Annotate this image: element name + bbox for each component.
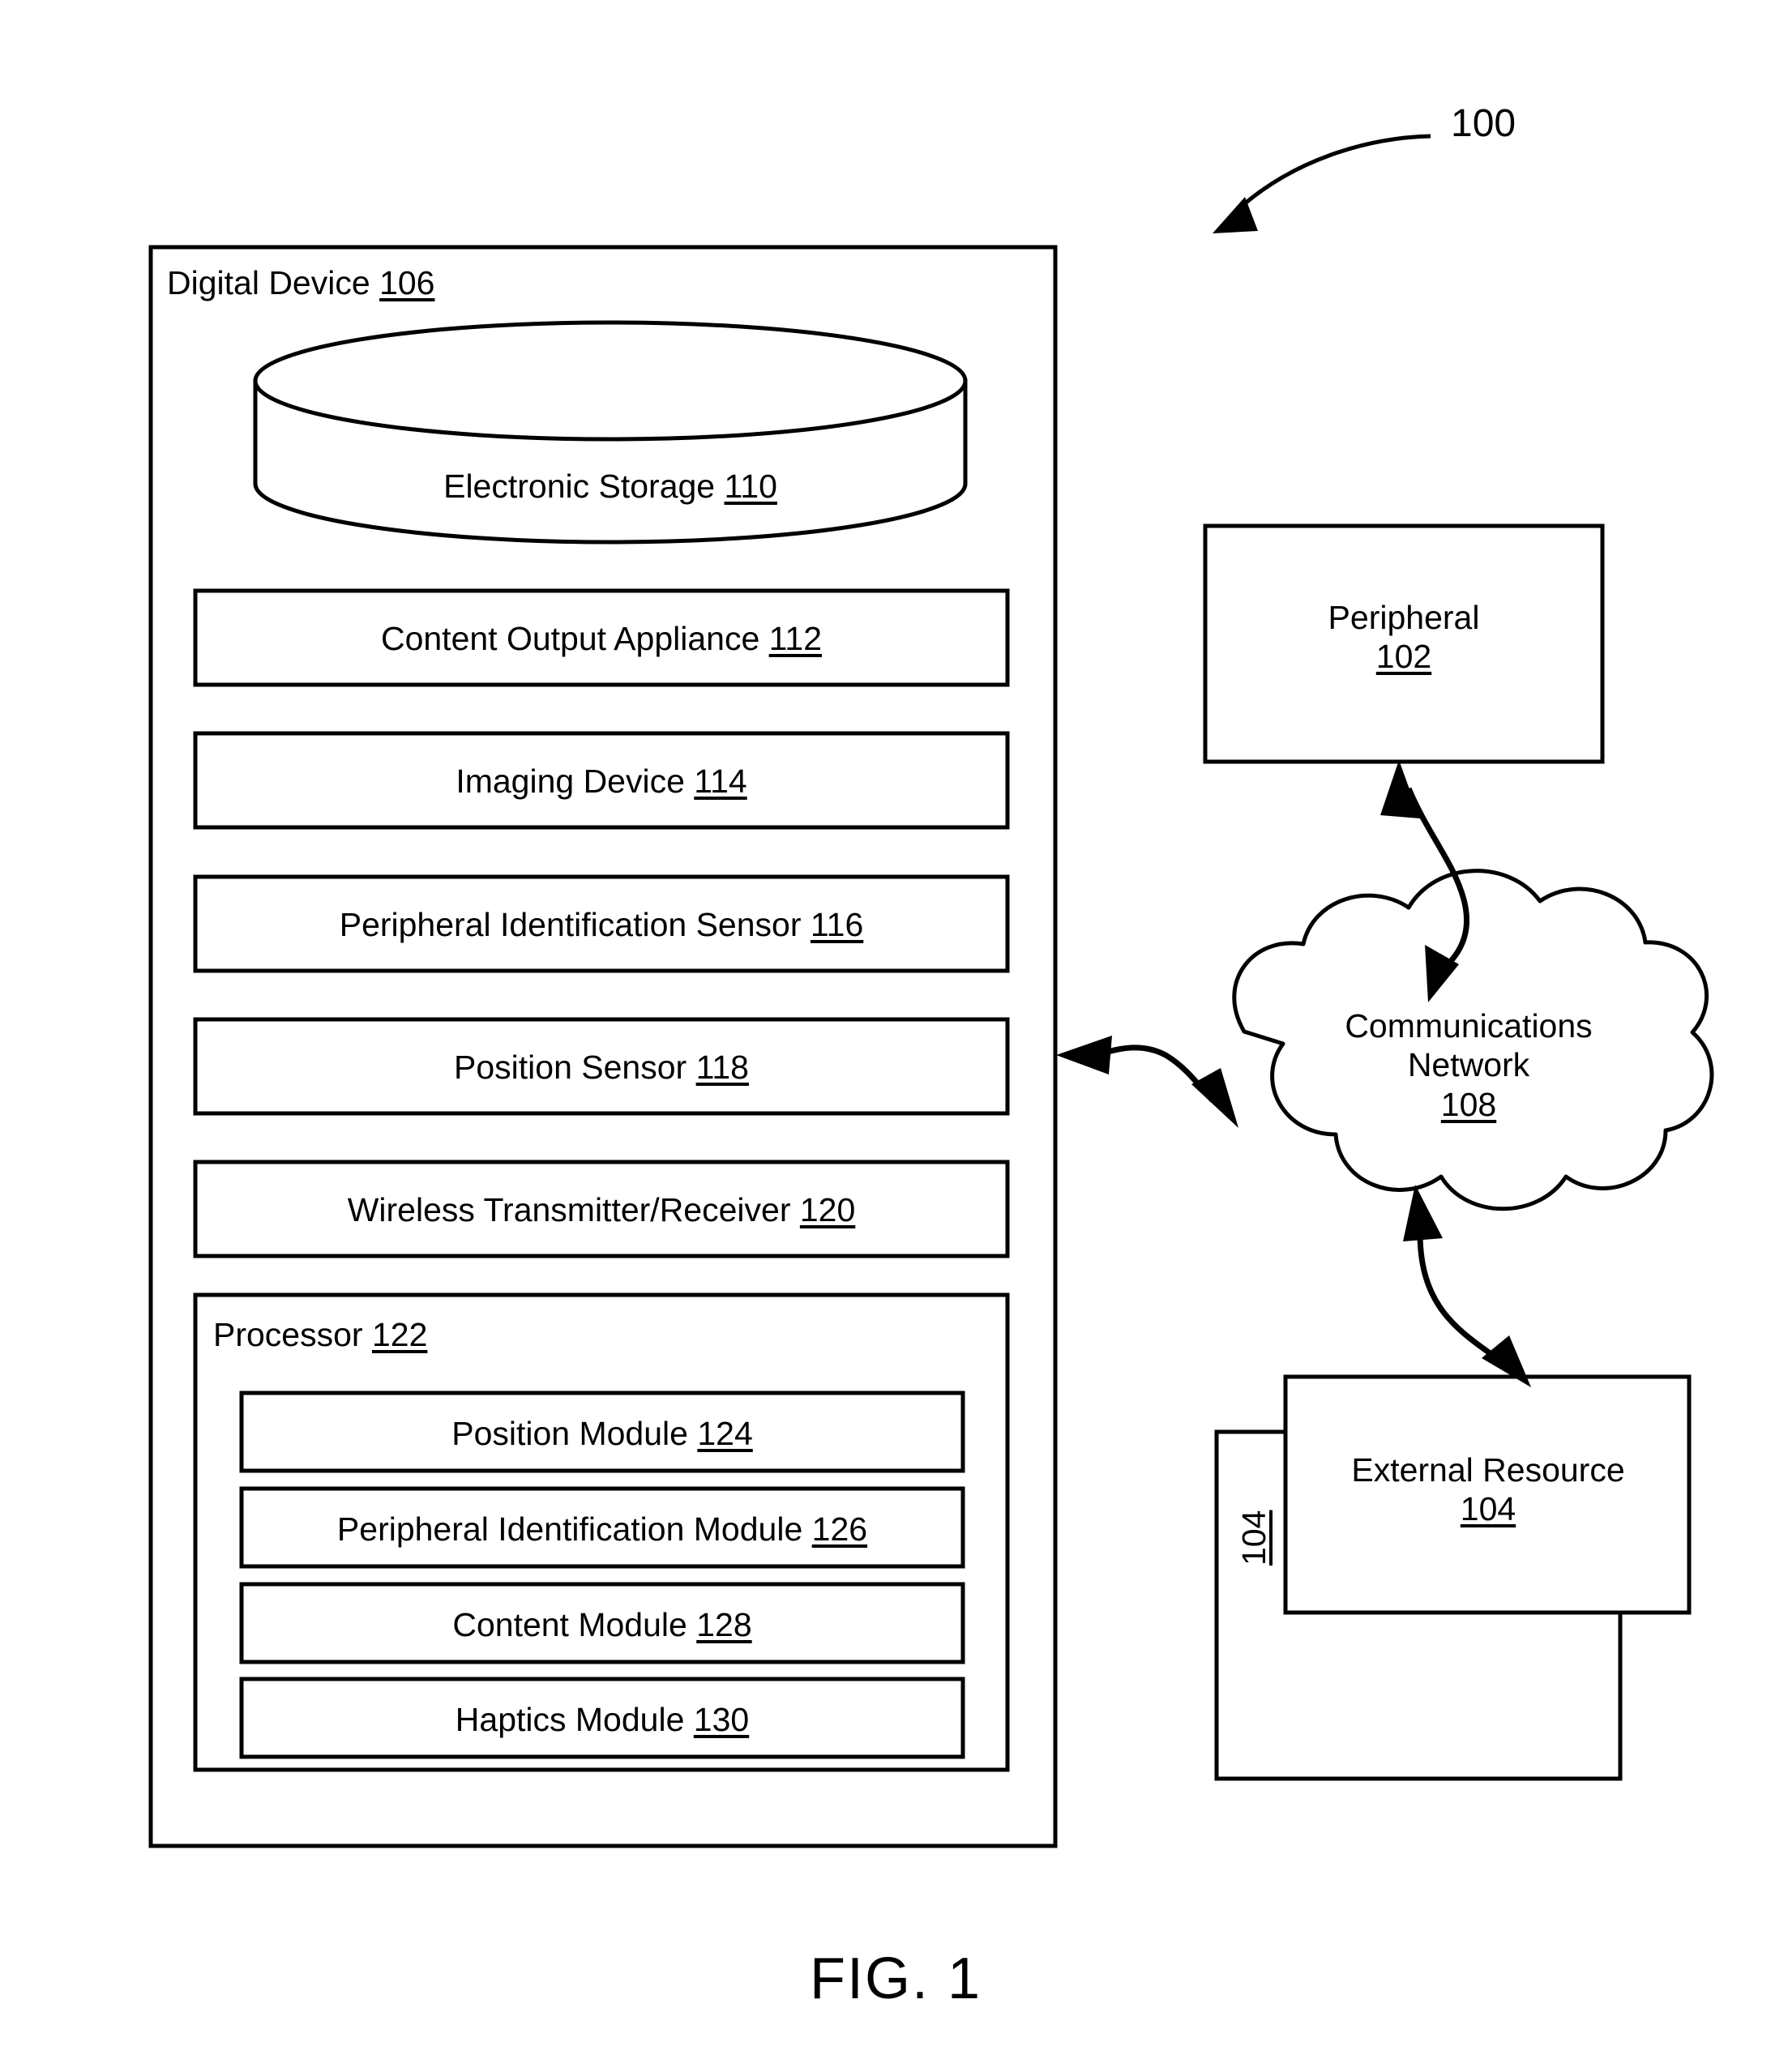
figure-caption: FIG. 1 [809,1946,982,2011]
processor-title: Processor 122 [213,1315,427,1354]
processor-title-text: Processor [213,1316,363,1353]
component-label-text: Imaging Device [456,763,685,800]
peripheral-label: Peripheral 102 [1328,598,1480,677]
connector-network-to-external-resource [1403,1185,1531,1387]
module-label-text: Content Module [452,1606,687,1643]
module-label-peripheral-identification-module: Peripheral Identification Module 126 [337,1510,867,1549]
module-label-text: Haptics Module [455,1701,685,1738]
module-label-ref: 128 [696,1606,752,1643]
module-label-ref: 130 [693,1701,750,1738]
system-callout-label: 100 [1451,102,1516,145]
digital-device-title-ref: 106 [379,264,435,301]
component-label-ref: 120 [799,1191,856,1228]
external-resource-label-ref: 104 [1460,1490,1516,1528]
peripheral-label-ref: 102 [1375,638,1432,676]
component-label-text: Content Output Appliance [380,620,760,657]
component-label-peripheral-identification-sensor: Peripheral Identification Sensor 116 [340,905,864,944]
external-resource-label: External Resource 104 [1351,1450,1624,1529]
component-label-content-output-appliance: Content Output Appliance 112 [381,619,822,658]
electronic-storage-label: Electronic Storage 110 [443,467,777,506]
component-label-imaging-device: Imaging Device 114 [456,762,746,801]
module-label-text: Peripheral Identification Module [336,1510,803,1548]
digital-device-title: Digital Device 106 [167,263,434,302]
component-label-text: Peripheral Identification Sensor [339,906,802,943]
component-label-ref: 118 [695,1049,749,1086]
module-label-ref: 124 [697,1415,753,1452]
module-label-content-module: Content Module 128 [452,1605,751,1644]
component-label-ref: 116 [810,906,864,943]
electronic-storage-label-text: Electronic Storage [443,468,716,505]
patent-figure-1: 100 Digital Device 106 Electronic Storag… [0,0,1788,2072]
component-label-wireless-transmitter-receiver: Wireless Transmitter/Receiver 120 [348,1190,856,1229]
electronic-storage-cylinder [253,320,968,545]
peripheral-label-text: Peripheral [1328,599,1480,636]
network-label-ref: 108 [1440,1085,1497,1123]
component-label-ref: 114 [694,763,747,800]
network-label-line1: Communications [1345,1007,1593,1045]
component-label-ref: 112 [768,620,823,657]
component-label-text: Position Sensor [454,1049,687,1086]
digital-device-title-text: Digital Device [167,264,370,301]
system-callout-leader [1213,134,1431,233]
module-label-ref: 126 [811,1510,868,1548]
component-label-text: Wireless Transmitter/Receiver [347,1191,791,1228]
communications-network-label: Communications Network 108 [1345,1006,1592,1124]
network-label-line2: Network [1407,1046,1530,1084]
electronic-storage-label-ref: 110 [724,468,777,505]
external-resource-back-card-ref: 104 [1235,1510,1273,1566]
connector-device-to-network [1056,1036,1238,1128]
external-resource-label-text: External Resource [1351,1451,1625,1489]
module-label-haptics-module: Haptics Module 130 [456,1700,749,1739]
module-label-position-module: Position Module 124 [451,1414,753,1453]
component-label-position-sensor: Position Sensor 118 [454,1048,749,1087]
module-label-text: Position Module [451,1415,688,1452]
processor-title-ref: 122 [371,1316,428,1353]
